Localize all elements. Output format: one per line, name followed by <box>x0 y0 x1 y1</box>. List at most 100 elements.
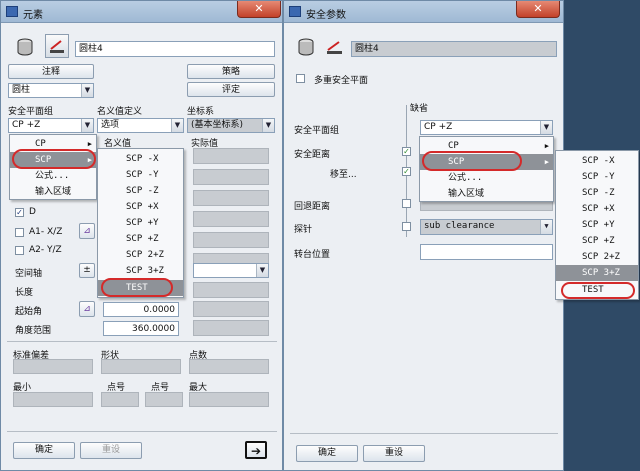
element-name-field[interactable]: 圆柱4 <box>75 41 275 57</box>
actual-cell <box>193 190 269 206</box>
divider <box>290 433 558 434</box>
coordinate-system-label: 坐标系 <box>187 107 215 117</box>
cylinder-icon <box>15 37 35 57</box>
arrow-right-icon[interactable]: ➔ <box>245 441 267 459</box>
strategy-button[interactable]: 策略 <box>187 64 275 79</box>
submenu-item[interactable]: SCP 2+Z <box>556 249 638 265</box>
start-angle-field[interactable]: 0.0000 <box>103 302 179 317</box>
retract-distance-label: 回退距离 <box>294 202 331 212</box>
submenu-item[interactable]: SCP -Z <box>556 185 638 201</box>
chevron-down-icon: ▼ <box>256 264 268 277</box>
axis-toggle-button[interactable]: ± <box>79 263 95 278</box>
submenu-item[interactable]: SCP -Y <box>98 167 183 183</box>
probe-checkbox[interactable] <box>402 222 411 231</box>
element-type-select[interactable]: 圆柱 ▼ <box>8 83 94 98</box>
chevron-down-icon: ▼ <box>171 119 183 132</box>
default-column-label: 缺省 <box>410 104 429 114</box>
annotation-oval <box>561 282 635 299</box>
submenu-item[interactable]: SCP 2+Z <box>98 247 183 263</box>
safety-plane-value: CP +Z <box>424 122 453 132</box>
close-button[interactable]: ✕ <box>516 1 560 18</box>
submenu-item-label: SCP -X <box>582 156 615 166</box>
divider <box>7 341 277 342</box>
start-angle-label: 起始角 <box>15 307 43 317</box>
menu-item-input-area[interactable]: 输入区域 <box>10 184 96 200</box>
note-button[interactable]: 注释 <box>8 64 94 79</box>
safety-distance-checkbox[interactable]: ✓ <box>402 147 411 156</box>
move-to-checkbox[interactable]: ✓ <box>402 167 411 176</box>
probe-icon[interactable] <box>45 34 69 58</box>
multi-safety-plane-label: 多重安全平面 <box>314 76 369 86</box>
window-title: 元素 <box>23 10 43 21</box>
min-value <box>13 392 93 407</box>
submenu-item[interactable]: SCP +X <box>556 201 638 217</box>
rotary-table-position-field[interactable] <box>420 244 553 260</box>
menu-item-input-area[interactable]: 输入区域 <box>420 186 553 202</box>
cylinder-icon <box>296 37 316 57</box>
chevron-down-icon: ▼ <box>81 84 93 97</box>
menu-item-label: 公式... <box>448 173 483 183</box>
menu-item-formula[interactable]: 公式... <box>10 168 96 184</box>
submenu-item-label: SCP +Z <box>126 234 159 244</box>
std-dev-value <box>13 359 93 374</box>
nominal-definition-select[interactable]: 选项 ▼ <box>97 118 184 133</box>
multi-safety-plane-checkbox[interactable] <box>296 74 305 83</box>
actual-cell <box>193 211 269 227</box>
probe-select[interactable]: sub clearance ▼ <box>420 219 553 235</box>
submenu-item[interactable]: SCP 3+Z <box>556 265 638 281</box>
coordinate-system-select[interactable]: (基本坐标系) ▼ <box>187 118 275 133</box>
submenu-item-label: SCP +Y <box>582 220 615 230</box>
a1-checkbox[interactable] <box>15 228 24 237</box>
chevron-down-icon: ▼ <box>540 121 552 134</box>
submenu-item[interactable]: SCP 3+Z <box>98 263 183 279</box>
axis-actual-select[interactable]: ▼ <box>193 263 269 278</box>
safety-plane-group-label: 安全平面组 <box>8 107 54 117</box>
actual-cell <box>193 169 269 185</box>
ok-button[interactable]: 确定 <box>13 442 75 459</box>
annotation-oval <box>101 278 173 297</box>
submenu-item[interactable]: SCP +Y <box>556 217 638 233</box>
max-value <box>189 392 269 407</box>
reset-button[interactable]: 重设 <box>363 445 425 462</box>
element-name-field: 圆柱4 <box>351 41 557 57</box>
probe-icon <box>324 37 346 57</box>
submenu-item-label: SCP 3+Z <box>582 268 620 278</box>
submenu-item[interactable]: SCP -X <box>98 151 183 167</box>
actual-cell <box>193 282 269 298</box>
evaluation-button[interactable]: 评定 <box>187 82 275 97</box>
retract-distance-checkbox[interactable] <box>402 199 411 208</box>
start-angle-pick-button[interactable]: ⊿ <box>79 301 95 317</box>
submenu-item[interactable]: SCP +Y <box>98 215 183 231</box>
menu-item-formula[interactable]: 公式... <box>420 170 553 186</box>
ok-button[interactable]: 确定 <box>296 445 358 462</box>
menu-item-label: 输入区域 <box>35 187 72 197</box>
submenu-item[interactable]: SCP -Z <box>98 183 183 199</box>
window-icon <box>6 6 18 17</box>
submenu-item-label: SCP -Z <box>126 186 159 196</box>
submenu-item[interactable]: SCP -X <box>556 153 638 169</box>
safety-plane-select[interactable]: CP +Z ▼ <box>8 118 94 133</box>
reset-button[interactable]: 重设 <box>80 442 142 459</box>
element-type-value: 圆柱 <box>12 85 31 95</box>
rotary-table-position-label: 转台位置 <box>294 250 331 260</box>
close-button[interactable]: ✕ <box>237 1 281 18</box>
d-checkbox[interactable]: ✓ <box>15 208 24 217</box>
submenu-item-label: SCP -X <box>126 154 159 164</box>
submenu-item[interactable]: SCP +Z <box>98 231 183 247</box>
submenu-item[interactable]: SCP -Y <box>556 169 638 185</box>
submenu-item[interactable]: SCP +X <box>98 199 183 215</box>
max-point-no-value <box>145 392 183 407</box>
safety-plane-select[interactable]: CP +Z ▼ <box>420 120 553 135</box>
a1-pick-button[interactable]: ⊿ <box>79 223 95 239</box>
submenu-item-label: SCP -Y <box>582 172 615 182</box>
safety-parameters-window: 安全参数 ✕ 圆柱4 多重安全平面 缺省 安全平面组 CP +Z ▼ 安全距离 … <box>283 0 564 471</box>
a2-checkbox[interactable] <box>15 246 24 255</box>
submenu-item[interactable]: SCP +Z <box>556 233 638 249</box>
scp-submenu: SCP -X SCP -Y SCP -Z SCP +X SCP +Y SCP +… <box>555 150 639 300</box>
menu-item-label: 输入区域 <box>448 189 485 199</box>
angle-range-label: 角度范围 <box>15 326 52 336</box>
a1-label: A1- X/Z <box>29 227 63 237</box>
angle-range-field[interactable]: 360.0000 <box>103 321 179 336</box>
chevron-down-icon: ▼ <box>81 119 93 132</box>
min-point-no-value <box>101 392 139 407</box>
